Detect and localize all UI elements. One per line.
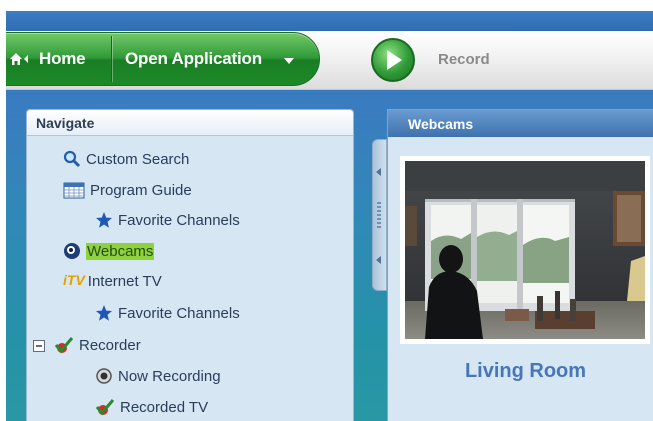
grip-icon <box>377 202 381 228</box>
collapse-icon[interactable] <box>33 339 45 352</box>
nav-item-webcams[interactable]: Webcams <box>63 239 155 263</box>
webcam-icon <box>63 242 81 260</box>
webcam-image <box>405 161 645 339</box>
collapse-arrow-icon[interactable] <box>376 256 381 264</box>
play-icon <box>387 50 402 70</box>
camera-name-label[interactable]: Living Room <box>388 360 653 383</box>
record-dot-icon <box>95 367 113 385</box>
nav-item-label: Recorder <box>79 336 141 354</box>
record-button[interactable]: Record <box>438 51 490 68</box>
navigate-header: Navigate <box>27 110 353 136</box>
nav-item-label: Custom Search <box>86 150 190 168</box>
nav-item-label: Internet TV <box>87 272 162 290</box>
nav-item-favorite-channels[interactable]: Favorite Channels <box>95 208 240 232</box>
checkmark-icon <box>95 398 115 416</box>
nav-item-recorder[interactable]: Recorder <box>33 333 141 357</box>
calendar-grid-icon <box>63 181 85 199</box>
itv-logo-icon: iTV <box>63 272 85 288</box>
search-icon <box>63 150 81 168</box>
panel-splitter[interactable] <box>372 139 387 291</box>
nav-item-label: Program Guide <box>90 181 192 199</box>
panel-title: Navigate <box>36 115 95 131</box>
collapse-arrow-icon[interactable] <box>376 168 381 176</box>
home-button[interactable]: Home <box>39 49 86 69</box>
chevron-down-icon[interactable] <box>284 58 294 64</box>
nav-item-internet-tv[interactable]: iTV Internet TV <box>63 269 162 293</box>
nav-item-now-recording[interactable]: Now Recording <box>95 364 221 388</box>
nav-item-label: Recorded TV <box>120 398 209 416</box>
webcams-panel: Webcams Living Room <box>387 109 653 421</box>
checkmark-icon <box>54 336 74 354</box>
nav-item-custom-search[interactable]: Custom Search <box>63 147 189 171</box>
home-icon[interactable] <box>9 51 28 67</box>
nav-item-label: Webcams <box>86 242 155 260</box>
app-window: Home Open Application Record Navigate Cu… <box>6 11 653 421</box>
panel-title: Webcams <box>408 116 474 132</box>
nav-item-label: Favorite Channels <box>118 304 240 322</box>
nav-item-label: Favorite Channels <box>118 211 240 229</box>
navigate-panel: Navigate Custom Search Program Guide Fav… <box>26 109 354 421</box>
star-icon <box>95 211 113 229</box>
open-application-button[interactable]: Open Application <box>125 49 262 69</box>
star-icon <box>95 304 113 322</box>
navigation-pill: Home Open Application <box>6 32 320 86</box>
nav-item-label: Now Recording <box>118 367 221 385</box>
play-button[interactable] <box>371 38 415 82</box>
nav-item-recorded-tv[interactable]: Recorded TV <box>95 395 208 419</box>
webcams-header: Webcams <box>388 110 653 137</box>
toolbar-separator <box>111 36 112 82</box>
nav-item-program-guide[interactable]: Program Guide <box>63 178 192 202</box>
webcam-thumbnail[interactable] <box>400 156 650 344</box>
nav-item-favorite-channels-2[interactable]: Favorite Channels <box>95 301 240 325</box>
top-band <box>6 11 653 31</box>
toolbar: Home Open Application Record <box>6 31 653 90</box>
